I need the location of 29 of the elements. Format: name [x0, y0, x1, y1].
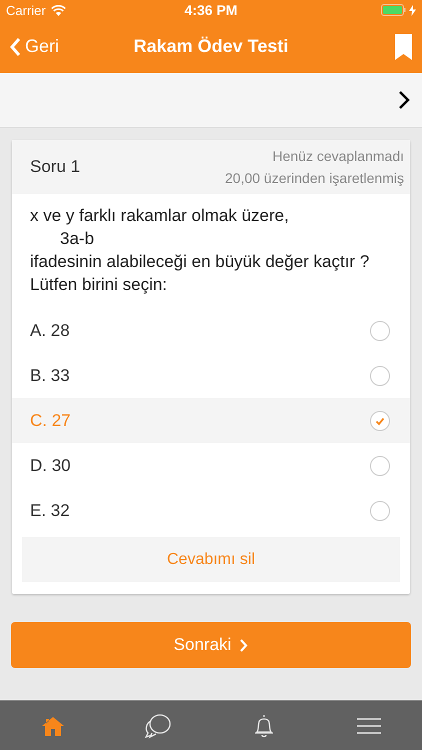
answer-option[interactable]: A. 28 — [12, 308, 410, 353]
bookmark-icon[interactable] — [395, 34, 412, 60]
menu-icon — [356, 717, 382, 735]
radio-icon — [370, 366, 390, 386]
question-text: ifadesinin alabileceği en büyük değer kaçtır ? — [30, 251, 370, 273]
carrier-label: Carrier — [6, 2, 46, 18]
answer-option[interactable]: D. 30 — [12, 443, 410, 488]
grade-text: 20,00 üzerinden işaretlenmiş — [225, 169, 404, 188]
notification-bell-icon — [252, 713, 275, 739]
question-text: 3a-b — [59, 228, 96, 250]
radio-icon — [370, 410, 390, 430]
answer-option[interactable]: E. 32 — [12, 488, 410, 533]
battery-icon — [380, 4, 406, 16]
clock-time: 4:36 PM — [184, 2, 238, 18]
answer-status: Henüz cevaplanmadı — [271, 147, 404, 166]
question-title: Soru 1 — [30, 157, 80, 177]
home-icon — [40, 714, 65, 738]
answer-option[interactable]: B. 33 — [12, 353, 410, 398]
radio-icon — [370, 500, 390, 520]
question-text: Lütfen birini seçin: — [30, 274, 168, 296]
page-title: Rakam Ödev Testi — [134, 36, 288, 56]
wifi-icon — [50, 4, 66, 16]
chevron-right-icon[interactable] — [398, 90, 410, 110]
chat-icon — [144, 713, 172, 739]
radio-icon — [370, 456, 390, 476]
radio-icon — [370, 320, 390, 340]
chevron-left-icon — [10, 36, 21, 56]
question-text: x ve y farklı rakamlar olmak üzere, — [30, 205, 290, 227]
chevron-right-icon — [239, 638, 248, 652]
